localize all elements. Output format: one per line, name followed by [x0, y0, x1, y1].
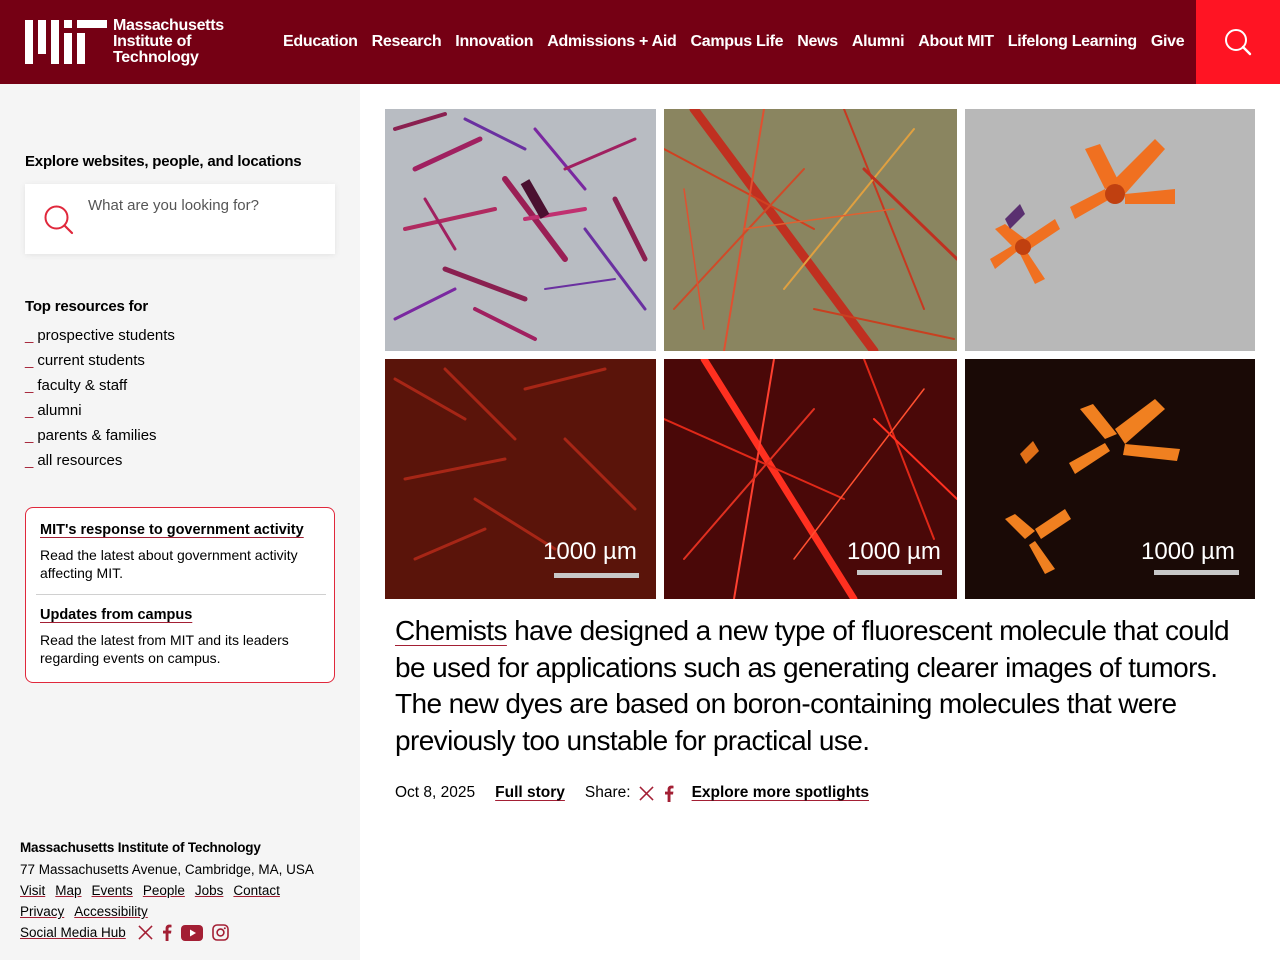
resources-list: _ prospective students _ current students …: [25, 323, 175, 473]
scale-label-1: 1000 µm: [543, 538, 637, 565]
dash-marker: _: [25, 377, 34, 394]
footer-institution-name: Massachusetts Institute of Technology: [20, 840, 261, 855]
nav-alumni[interactable]: Alumni: [852, 33, 905, 51]
nav-innovation[interactable]: Innovation: [455, 33, 533, 51]
share-label: Share:: [584, 784, 631, 801]
site-header: Massachusetts Institute of Technology Ed…: [0, 0, 1280, 84]
resource-prospective-students[interactable]: prospective students: [37, 327, 175, 344]
crystal-panel-red-needles: [664, 109, 957, 351]
list-item: _ alumni: [25, 398, 175, 423]
footer-link-contact[interactable]: Contact: [233, 883, 280, 898]
footer-link-social-hub[interactable]: Social Media Hub: [20, 925, 126, 940]
nav-lifelong-learning[interactable]: Lifelong Learning: [1008, 33, 1137, 51]
facebook-icon[interactable]: [162, 924, 172, 941]
spotlight-caption-text: have designed a new type of fluorescent …: [395, 615, 1230, 756]
footer-social: Social Media Hub: [20, 924, 238, 941]
footer-address: 77 Massachusetts Avenue, Cambridge, MA, …: [20, 862, 314, 877]
instagram-icon[interactable]: [212, 924, 229, 941]
notice-gov-activity-link[interactable]: MIT's response to government activity: [40, 522, 304, 538]
resource-faculty-staff[interactable]: faculty & staff: [37, 377, 127, 394]
crystal-panel-purple: [385, 109, 656, 351]
dash-marker: _: [25, 452, 34, 469]
dash-marker: _: [25, 427, 34, 444]
search-icon: [1225, 29, 1252, 56]
footer-link-events[interactable]: Events: [92, 883, 133, 898]
scale-label-2: 1000 µm: [847, 538, 941, 565]
footer-link-jobs[interactable]: Jobs: [195, 883, 224, 898]
facebook-icon[interactable]: [664, 785, 674, 802]
crystal-panel-orange-clusters: [965, 109, 1255, 351]
nav-education[interactable]: Education: [283, 33, 358, 51]
footer-links-secondary: Privacy Accessibility: [20, 904, 158, 919]
footer-link-visit[interactable]: Visit: [20, 883, 45, 898]
nav-research[interactable]: Research: [372, 33, 442, 51]
scale-bar-3: [1154, 570, 1239, 575]
nav-about[interactable]: About MIT: [918, 33, 994, 51]
spotlight-image[interactable]: 1000 µm 1000 µm 1000 µm: [385, 109, 1255, 599]
search-icon: [44, 205, 74, 235]
resource-parents-families[interactable]: parents & families: [37, 427, 156, 444]
notice-campus-updates-text: Read the latest from MIT and its leaders…: [40, 632, 289, 666]
scale-label-3: 1000 µm: [1141, 538, 1235, 565]
resource-all[interactable]: all resources: [37, 452, 122, 469]
full-story-link[interactable]: Full story: [495, 784, 565, 802]
x-icon[interactable]: [138, 925, 153, 940]
search-input[interactable]: [85, 194, 265, 244]
main-content: 1000 µm 1000 µm 1000 µm Chemists have de…: [360, 84, 1280, 960]
dash-marker: _: [25, 352, 34, 369]
scale-bar-2: [857, 570, 942, 575]
spotlight-meta: Oct 8, 2025 Full story Share: Explore mo…: [395, 782, 869, 804]
footer-link-accessibility[interactable]: Accessibility: [74, 904, 148, 919]
footer-link-people[interactable]: People: [143, 883, 185, 898]
mit-logo[interactable]: Massachusetts Institute of Technology: [25, 18, 224, 66]
nav-news[interactable]: News: [797, 33, 838, 51]
footer-link-map[interactable]: Map: [55, 883, 81, 898]
nav-admissions[interactable]: Admissions + Aid: [547, 33, 677, 51]
notice-gov-activity-text: Read the latest about government activit…: [40, 547, 298, 581]
footer-links: Visit Map Events People Jobs Contact: [20, 883, 290, 898]
list-item: _ faculty & staff: [25, 373, 175, 398]
spotlight-lead-link[interactable]: Chemists: [395, 615, 507, 646]
footer-link-privacy[interactable]: Privacy: [20, 904, 64, 919]
notice-box: MIT's response to government activity Re…: [25, 507, 335, 683]
resource-current-students[interactable]: current students: [37, 352, 145, 369]
nav-give[interactable]: Give: [1151, 33, 1185, 51]
notice-campus-updates-link[interactable]: Updates from campus: [40, 607, 192, 623]
mit-logo-mark: [25, 20, 107, 64]
list-item: _ all resources: [25, 448, 175, 473]
list-item: _ current students: [25, 348, 175, 373]
explore-title: Explore websites, people, and locations: [25, 153, 302, 170]
spotlight-date: Oct 8, 2025: [395, 784, 476, 801]
sidebar: Explore websites, people, and locations …: [0, 84, 360, 960]
resource-alumni[interactable]: alumni: [37, 402, 81, 419]
main-nav: Education Research Innovation Admissions…: [276, 0, 1191, 84]
header-search-button[interactable]: [1196, 0, 1280, 84]
list-item: _ parents & families: [25, 423, 175, 448]
logo-text: Massachusetts Institute of Technology: [113, 17, 224, 66]
scale-bar-1: [554, 573, 639, 578]
x-icon[interactable]: [638, 785, 654, 801]
youtube-icon[interactable]: [180, 924, 203, 941]
social-icons: [138, 924, 238, 941]
divider: [36, 594, 326, 595]
top-resources-title: Top resources for: [25, 298, 149, 315]
dash-marker: _: [25, 402, 34, 419]
list-item: _ prospective students: [25, 323, 175, 348]
dash-marker: _: [25, 327, 34, 344]
spotlight-caption: Chemists have designed a new type of flu…: [395, 613, 1245, 759]
explore-more-spotlights-link[interactable]: Explore more spotlights: [692, 784, 869, 802]
nav-campus-life[interactable]: Campus Life: [691, 33, 784, 51]
sidebar-search: [25, 184, 335, 254]
